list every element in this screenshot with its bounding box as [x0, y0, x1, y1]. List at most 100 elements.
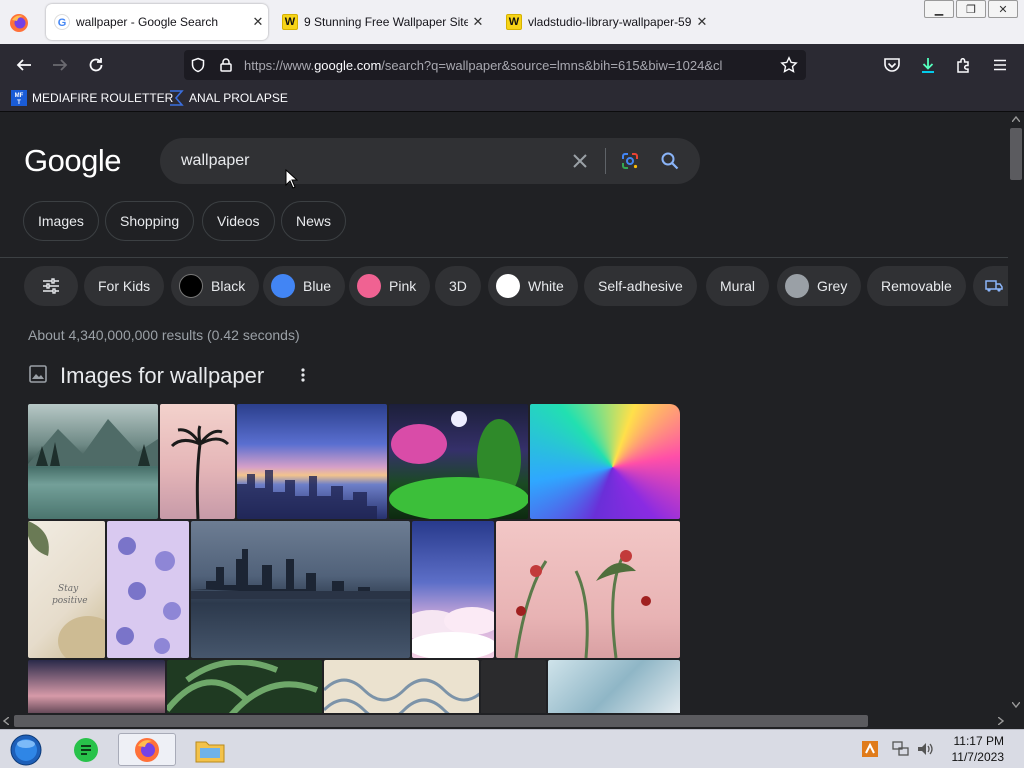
close-tab-icon[interactable]: ✕	[248, 14, 268, 30]
image-result-mountain-lake[interactable]	[28, 404, 158, 519]
firefox-menu-icon[interactable]	[8, 12, 30, 34]
taskbar-firefox[interactable]	[118, 733, 176, 766]
url-domain: google.com	[314, 58, 382, 73]
image-result-night-tree[interactable]	[389, 404, 528, 519]
tab-shopping[interactable]: Shopping	[105, 201, 195, 241]
image-result-abstract-fluid[interactable]	[530, 404, 680, 519]
downloads-button[interactable]	[917, 54, 939, 76]
notes-app-icon	[74, 737, 98, 762]
url-text[interactable]: https://www.google.com/search?q=wallpape…	[244, 58, 772, 73]
result-stats: About 4,340,000,000 results (0.42 second…	[28, 327, 300, 343]
filter-black[interactable]: Black	[171, 266, 260, 306]
close-tab-icon[interactable]: ✕	[692, 14, 712, 30]
start-button[interactable]	[4, 733, 48, 766]
download-icon	[922, 58, 934, 73]
filter-self-adhesive[interactable]: Self-adhesive	[584, 266, 697, 306]
vertical-scrollbar-thumb[interactable]	[1010, 128, 1022, 180]
tab-vladstudio[interactable]: W vladstudio-library-wallpaper-59 ✕	[498, 4, 712, 40]
image-result-stay-positive[interactable]: Stay positive	[28, 521, 105, 658]
filter-blue[interactable]: Blue	[263, 266, 346, 306]
filter-for-kids[interactable]: For Kids	[84, 266, 165, 306]
address-bar[interactable]: https://www.google.com/search?q=wallpape…	[184, 50, 806, 80]
w-icon: W	[506, 14, 522, 30]
filter-white[interactable]: White	[488, 266, 578, 306]
pocket-button[interactable]	[881, 54, 903, 76]
image-result-floral-mural[interactable]	[496, 521, 680, 658]
network-icon[interactable]	[892, 741, 910, 757]
image-result-dusk-hills[interactable]	[28, 660, 165, 713]
volume-icon[interactable]	[916, 741, 934, 757]
clear-search-icon[interactable]	[570, 151, 590, 171]
google-logo[interactable]: Google	[24, 143, 121, 179]
image-result-pastel-clouds[interactable]	[412, 521, 494, 658]
scroll-right-arrow-icon[interactable]	[998, 717, 1004, 725]
image-result-anime-city[interactable]	[237, 404, 387, 519]
waves-pattern-thumbnail	[324, 678, 479, 713]
tropical-leaves-thumbnail	[167, 660, 319, 713]
restore-button[interactable]: ❐	[956, 0, 986, 18]
w-icon: W	[282, 14, 298, 30]
stay-positive-thumbnail: Stay positive	[28, 521, 105, 658]
tab-wallpaper-sites[interactable]: W 9 Stunning Free Wallpaper Sites ✕	[274, 4, 488, 40]
image-result-dark[interactable]	[481, 660, 546, 713]
filter-delivery[interactable]	[973, 266, 1008, 306]
navigation-toolbar: https://www.google.com/search?q=wallpape…	[0, 44, 1024, 86]
back-button[interactable]	[13, 54, 35, 76]
lock-icon[interactable]	[218, 57, 234, 73]
puzzle-icon	[957, 57, 969, 73]
image-result-marble[interactable]	[548, 660, 680, 713]
svg-text:T: T	[17, 100, 21, 106]
search-icon[interactable]	[660, 151, 680, 171]
extensions-button[interactable]	[953, 54, 975, 76]
filter-grey[interactable]: Grey	[777, 266, 862, 306]
search-input[interactable]: wallpaper	[181, 152, 249, 170]
horizontal-scrollbar-thumb[interactable]	[14, 715, 868, 727]
chip-label: 3D	[449, 278, 467, 294]
taskbar-file-explorer[interactable]	[188, 733, 232, 766]
more-options-icon[interactable]	[296, 365, 310, 385]
google-lens-icon[interactable]	[620, 151, 640, 171]
bookmark-label: MEDIAFIRE ROULETTER	[32, 91, 174, 105]
tab-images[interactable]: Images	[23, 201, 99, 241]
filter-3d[interactable]: 3D	[435, 266, 481, 306]
pastel-clouds-thumbnail	[412, 607, 494, 658]
scroll-down-arrow-icon[interactable]	[1012, 702, 1020, 708]
close-window-button[interactable]: ✕	[988, 0, 1018, 18]
bookmark-anal-prolapse[interactable]: ANAL PROLAPSE	[168, 90, 288, 106]
floral-mural-thumbnail	[514, 550, 651, 658]
forward-button[interactable]	[49, 54, 71, 76]
filter-settings-button[interactable]	[24, 266, 78, 306]
image-icon	[29, 365, 47, 383]
reload-button[interactable]	[85, 54, 107, 76]
shield-icon[interactable]	[190, 57, 206, 73]
scroll-left-arrow-icon[interactable]	[3, 717, 9, 725]
system-clock[interactable]: 11:17 PM 11/7/2023	[952, 733, 1005, 765]
tab-title: vladstudio-library-wallpaper-59	[528, 15, 692, 29]
delivery-truck-icon	[985, 280, 1003, 292]
image-result-city-reflection[interactable]	[191, 521, 410, 658]
search-divider	[605, 148, 606, 174]
search-box[interactable]: wallpaper	[160, 138, 700, 184]
image-result-blueberries[interactable]	[107, 521, 189, 658]
scroll-up-arrow-icon[interactable]	[1012, 116, 1020, 122]
tab-google-search[interactable]: G wallpaper - Google Search ✕	[46, 4, 268, 40]
url-prefix: https://www.	[244, 58, 315, 73]
app-menu-button[interactable]	[989, 54, 1011, 76]
minimize-button[interactable]: ▁	[924, 0, 954, 18]
bookmark-star-icon[interactable]	[780, 56, 798, 74]
vertical-scrollbar[interactable]	[1008, 113, 1024, 713]
taskbar-notes-app[interactable]	[66, 733, 106, 766]
chip-label: Mural	[720, 278, 756, 294]
filter-pink[interactable]: Pink	[349, 266, 431, 306]
image-result-waves-pattern[interactable]	[324, 660, 479, 713]
tab-videos[interactable]: Videos	[202, 201, 275, 241]
filter-removable[interactable]: Removable	[867, 266, 966, 306]
tray-app-icon[interactable]	[862, 741, 878, 757]
close-tab-icon[interactable]: ✕	[468, 14, 488, 30]
tab-news[interactable]: News	[281, 201, 347, 241]
image-result-tropical-leaves[interactable]	[167, 660, 322, 713]
image-result-palm-tree[interactable]	[160, 404, 235, 519]
forward-arrow-icon	[53, 59, 68, 71]
filter-mural[interactable]: Mural	[706, 266, 770, 306]
bookmark-mediafire-rouletter[interactable]: MF T MEDIAFIRE ROULETTER	[11, 90, 173, 106]
